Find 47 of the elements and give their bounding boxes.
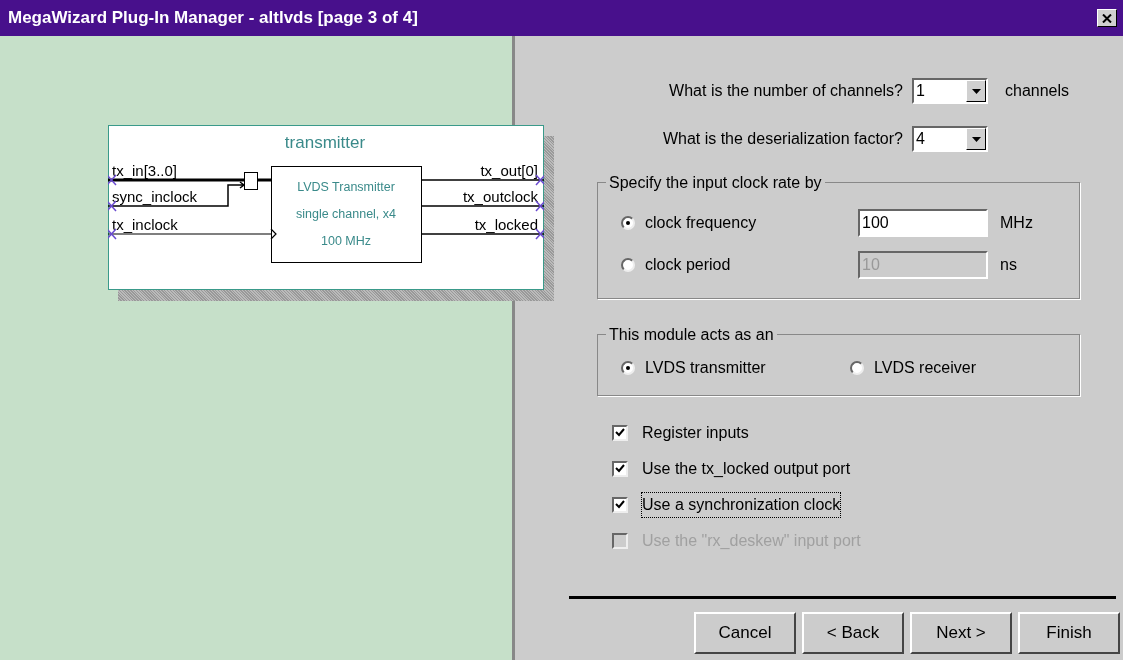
check-icon	[615, 464, 625, 473]
pin-icon	[535, 228, 544, 240]
check-icon	[615, 428, 625, 437]
radio-label: LVDS receiver	[874, 358, 976, 378]
question-label: What is the deserialization factor?	[662, 129, 903, 149]
radio-label: clock frequency	[645, 213, 757, 233]
value-field[interactable]: 100	[858, 209, 988, 237]
dropdown[interactable]: 1	[912, 78, 988, 104]
block-label: LVDS Transmitter	[297, 180, 395, 194]
checkbox-label: Use a synchronization clock	[642, 492, 841, 517]
checkbox[interactable]	[612, 460, 628, 477]
check-icon	[615, 500, 625, 509]
radio-button[interactable]	[850, 361, 864, 375]
radio-button[interactable]	[621, 216, 635, 230]
unit-label: ns	[1000, 255, 1017, 275]
dialog-button[interactable]: Cancel	[694, 612, 796, 654]
checkbox[interactable]	[612, 496, 628, 513]
radio-label: clock period	[645, 255, 731, 275]
input-port-label: tx_in[3..0]	[112, 162, 178, 179]
caret-icon	[971, 136, 981, 142]
dialog-button[interactable]: Next >	[910, 612, 1012, 654]
output-port-label: tx_out[0]	[480, 162, 538, 179]
radio-button[interactable]	[621, 361, 635, 375]
checkbox[interactable]	[612, 424, 628, 441]
unit-label: MHz	[1000, 213, 1033, 233]
dropdown-button[interactable]	[966, 128, 986, 150]
question-label: What is the number of channels?	[669, 81, 903, 101]
dropdown[interactable]: 4	[912, 126, 988, 152]
output-port-label: tx_outclock	[462, 188, 538, 205]
radio-label: LVDS transmitter	[645, 358, 766, 378]
block-label: 100 MHz	[321, 234, 371, 248]
dialog-button[interactable]: < Back	[802, 612, 904, 654]
output-port-label: tx_locked	[474, 216, 538, 233]
dropdown-button[interactable]	[966, 80, 986, 102]
block-label: single channel, x4	[295, 207, 397, 221]
diagram-title: transmitter	[284, 133, 366, 152]
close-button[interactable]	[1097, 9, 1117, 27]
input-port-label: tx_inclock	[112, 216, 178, 233]
input-port-label: sync_inclock	[112, 188, 198, 205]
pin-icon	[535, 174, 544, 186]
close-icon	[1102, 13, 1112, 23]
checkbox-label: Use the tx_locked output port	[642, 458, 851, 479]
caret-icon	[971, 88, 981, 94]
dialog-button[interactable]: Finish	[1018, 612, 1120, 654]
window-title: MegaWizard Plug-In Manager - altlvds [page 3 of 4]	[8, 7, 418, 30]
unit-label: channels	[1005, 82, 1070, 99]
checkbox-label: Register inputs	[642, 422, 749, 443]
